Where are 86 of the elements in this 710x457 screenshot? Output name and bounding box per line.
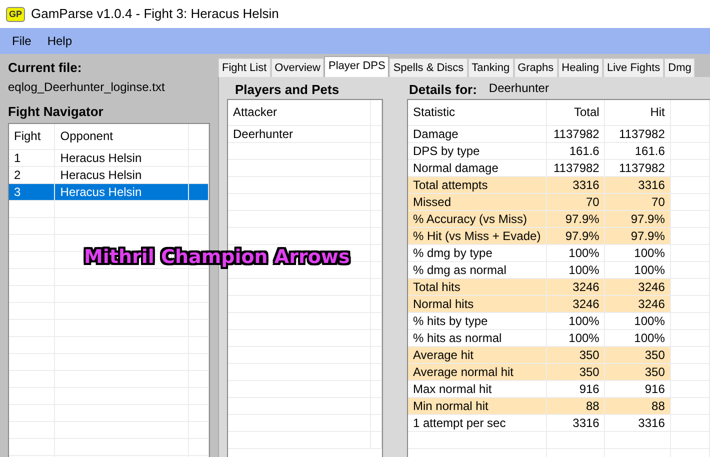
hit-cell: 97.9% [604,227,670,244]
total-cell: 88 [546,397,605,414]
tab[interactable]: Spells & Discs [389,58,468,77]
statistic-cell: % Accuracy (vs Miss) [408,210,546,227]
opponent-cell[interactable]: Heracus Helsin [54,166,189,183]
opponent-cell[interactable]: Heracus Helsin [54,183,189,200]
total-cell: 3246 [546,295,605,312]
total-cell: 3316 [546,176,605,193]
app-logo-icon: GP [6,6,26,22]
tab[interactable]: Live Fights [602,58,664,77]
total-cell: 3316 [546,414,605,431]
statistic-cell: % hits as normal [408,329,546,346]
total-cell: 350 [546,346,605,363]
tab[interactable]: Graphs [514,58,558,77]
players-and-pets-title: Players and Pets [234,81,340,99]
hit-cell: 100% [604,244,670,261]
total-cell: 100% [546,312,605,329]
fight-number-cell[interactable]: 1 [9,149,55,166]
opponent-cell[interactable]: Heracus Helsin [54,149,189,166]
statistic-cell: Total hits [408,278,546,295]
hit-cell: 70 [604,193,670,210]
hit-cell: 350 [604,363,670,380]
statistic-cell: % dmg by type [408,244,546,261]
hit-cell: 100% [604,261,670,278]
statistic-cell: 1 attempt per sec [408,414,546,431]
total-cell: 100% [546,244,605,261]
total-cell: 97.9% [546,210,605,227]
menu-item[interactable]: File [4,30,40,52]
statistic-cell: Average hit [408,346,546,363]
statistic-cell: DPS by type [408,142,546,159]
hit-cell: 3316 [604,176,670,193]
statistic-cell: % hits by type [408,312,546,329]
current-file-label: Current file: [8,59,83,77]
statistic-cell: % Hit (vs Miss + Evade) [408,227,546,244]
column-header[interactable]: Fight [9,124,55,149]
total-cell: 100% [546,261,605,278]
hit-cell: 350 [604,346,670,363]
statistic-cell: Total attempts [408,176,546,193]
hit-cell: 88 [604,397,670,414]
column-header[interactable]: Opponent [54,124,189,149]
total-cell: 916 [546,380,605,397]
hit-cell: 100% [604,329,670,346]
statistic-cell: Average normal hit [408,363,546,380]
tab[interactable]: Fight List [218,58,271,77]
total-cell: 3246 [546,278,605,295]
tab[interactable]: Tanking [468,58,514,77]
hit-cell: 1137982 [604,125,670,142]
statistic-cell: Damage [408,125,546,142]
tab[interactable]: Healing [558,58,603,77]
hit-cell: 916 [604,380,670,397]
player-cell[interactable]: Deerhunter [228,125,370,142]
hit-cell: 1137982 [604,159,670,176]
total-cell: 70 [546,193,605,210]
total-cell: 97.9% [546,227,605,244]
hit-cell: 100% [604,312,670,329]
statistic-cell: Min normal hit [408,397,546,414]
hit-cell: 97.9% [604,210,670,227]
total-cell: 1137982 [546,125,605,142]
total-cell: 1137982 [546,159,605,176]
hit-cell: 3246 [604,278,670,295]
tab[interactable]: Dmg [664,58,696,77]
total-cell: 100% [546,329,605,346]
column-header[interactable]: Statistic [408,100,546,125]
hit-cell: 3316 [604,414,670,431]
tab[interactable]: Player DPS [324,56,390,77]
details-label: Details for: [409,81,477,99]
column-header[interactable]: Total [546,100,605,125]
fight-number-cell[interactable]: 3 [9,183,55,200]
window-title: GamParse v1.0.4 - Fight 3: Heracus Helsin [31,5,279,24]
statistic-cell: Max normal hit [408,380,546,397]
column-header[interactable]: Hit [604,100,670,125]
current-file-name: eqlog_Deerhunter_loginse.txt [8,78,166,96]
hit-cell: 3246 [604,295,670,312]
column-header[interactable]: Attacker [228,100,370,125]
statistic-cell: Normal damage [408,159,546,176]
statistic-cell: Missed [408,193,546,210]
statistic-cell: % dmg as normal [408,261,546,278]
tab[interactable]: Overview [270,58,324,77]
details-player: Deerhunter [488,80,549,97]
total-cell: 161.6 [546,142,605,159]
fight-number-cell[interactable]: 2 [9,166,55,183]
fight-navigator-title: Fight Navigator [8,102,104,121]
menu-item[interactable]: Help [39,30,80,52]
statistic-cell: Normal hits [408,295,546,312]
total-cell: 350 [546,363,605,380]
hit-cell: 161.6 [604,142,670,159]
